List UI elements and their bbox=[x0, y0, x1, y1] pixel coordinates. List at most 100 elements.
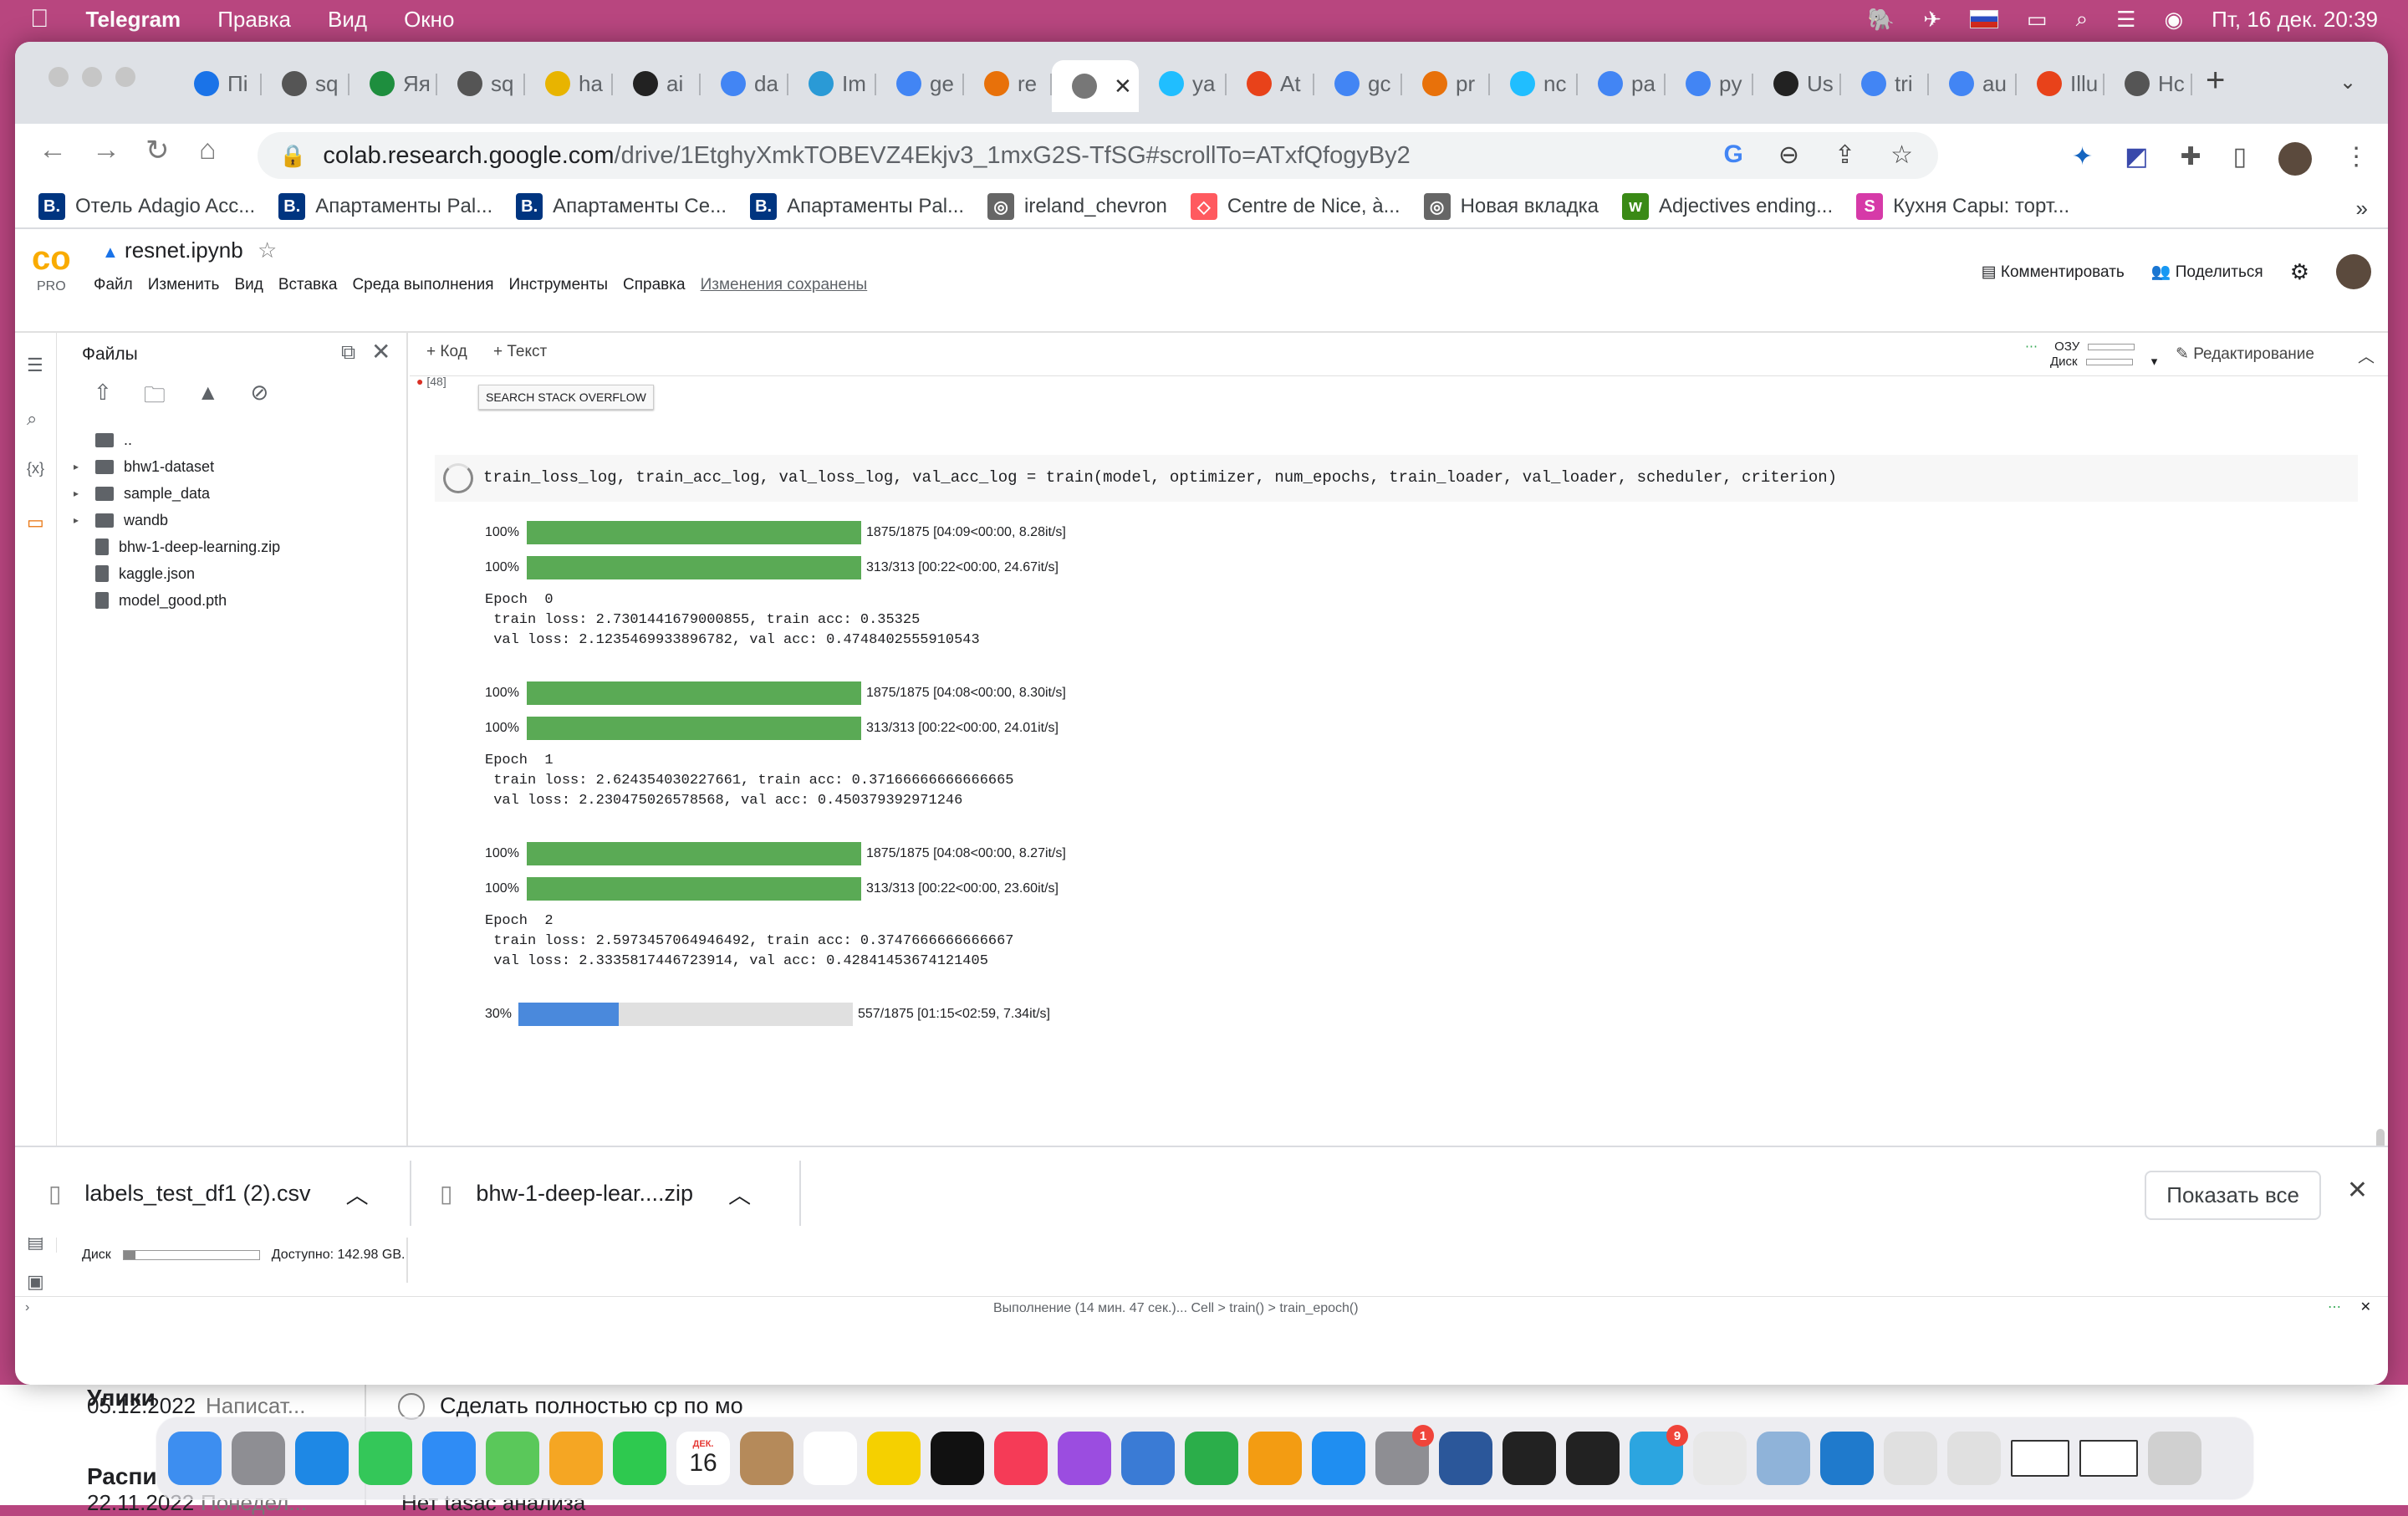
profile-avatar[interactable] bbox=[2278, 142, 2313, 176]
variables-icon[interactable]: {x} bbox=[27, 460, 44, 477]
user-avatar[interactable] bbox=[2336, 254, 2371, 289]
numbers-icon[interactable] bbox=[1185, 1432, 1238, 1485]
reload-button[interactable]: ↻ bbox=[145, 134, 170, 167]
file-item[interactable]: bhw-1-deep-learning.zip bbox=[74, 533, 280, 560]
file-item[interactable]: model_good.pth bbox=[74, 587, 280, 614]
zoom-window-button[interactable] bbox=[115, 67, 135, 87]
star-icon[interactable]: ☆ bbox=[258, 237, 277, 263]
download-item[interactable]: ▯ labels_test_df1 (2).csv ︿ bbox=[48, 1147, 369, 1239]
menu-item[interactable]: Файл bbox=[94, 276, 133, 294]
browser-tab[interactable]: nc bbox=[1490, 60, 1578, 107]
colab-logo[interactable]: co bbox=[32, 241, 85, 276]
terminal-icon[interactable] bbox=[1502, 1432, 1556, 1485]
spotlight-search-icon[interactable]: ⌕ bbox=[2076, 6, 2089, 33]
keynote-icon[interactable] bbox=[1121, 1432, 1175, 1485]
files-folder-icon[interactable]: ▭ bbox=[27, 512, 44, 533]
calendar-icon[interactable]: ДЕК. 16 bbox=[676, 1432, 730, 1485]
bookmark-item[interactable]: B. Апартаменты Pal... bbox=[750, 193, 964, 220]
code-cell[interactable]: train_loss_log, train_acc_log, val_loss_… bbox=[435, 455, 2358, 502]
bookmark-item[interactable]: B. Апартаменты Се... bbox=[516, 193, 727, 220]
settings-gear-icon[interactable]: ⚙ bbox=[2290, 259, 2309, 285]
close-tab-icon[interactable]: ✕ bbox=[1114, 74, 1132, 100]
open-in-tab-icon[interactable]: ⧉ bbox=[341, 341, 355, 365]
extension-vpn-icon[interactable]: ◩ bbox=[2125, 142, 2148, 176]
browser-tab[interactable]: ya bbox=[1139, 60, 1227, 107]
clock[interactable]: Пт, 16 дек. 20:39 bbox=[2212, 7, 2378, 33]
trash-icon[interactable] bbox=[2148, 1432, 2201, 1485]
folder-item[interactable]: ▸ wandb bbox=[74, 507, 280, 533]
zoom-icon[interactable]: ⊖ bbox=[1778, 140, 1799, 170]
window-thumb-icon[interactable] bbox=[2079, 1440, 2138, 1477]
menu-item[interactable]: Вид bbox=[234, 276, 263, 294]
siri-icon[interactable]: ◉ bbox=[2164, 7, 2183, 33]
chevron-up-icon[interactable]: ︿ bbox=[728, 1177, 751, 1210]
browser-tab[interactable]: sq bbox=[262, 60, 349, 107]
add-code-button[interactable]: + Код bbox=[426, 343, 467, 361]
messages-icon[interactable] bbox=[359, 1432, 412, 1485]
browser-tab[interactable]: At bbox=[1227, 60, 1314, 107]
close-window-button[interactable] bbox=[48, 67, 69, 87]
browser-tab[interactable]: ai bbox=[613, 60, 701, 107]
add-text-button[interactable]: + Текст bbox=[493, 343, 547, 361]
bookmark-item[interactable]: B. Отель Adagio Acc... bbox=[38, 193, 255, 220]
chrome-menu-icon[interactable]: ⋮ bbox=[2344, 142, 2369, 176]
browser-tab[interactable]: Hc bbox=[2104, 60, 2192, 107]
help-icon[interactable] bbox=[1947, 1432, 2001, 1485]
expand-arrow-icon[interactable]: ▸ bbox=[74, 487, 85, 499]
browser-tab[interactable]: sq bbox=[437, 60, 525, 107]
menu-view[interactable]: Вид bbox=[328, 7, 367, 33]
share-icon[interactable]: ⇪ bbox=[1834, 140, 1855, 170]
back-button[interactable]: ← bbox=[38, 134, 67, 166]
apple-menu-icon[interactable]:  bbox=[30, 5, 49, 33]
tab-search-chevron-icon[interactable]: ⌄ bbox=[2339, 70, 2356, 94]
menu-item[interactable]: Вставка bbox=[278, 276, 338, 294]
browser-tab[interactable]: pa bbox=[1578, 60, 1666, 107]
google-lens-icon[interactable]: G bbox=[1723, 140, 1742, 170]
notebook-title[interactable]: ▲ resnet.ipynb bbox=[102, 237, 243, 263]
browser-tab[interactable]: re bbox=[964, 60, 1052, 107]
podcasts-icon[interactable] bbox=[1058, 1432, 1111, 1485]
puzzle-extensions-icon[interactable]: ✚ bbox=[2181, 142, 2201, 176]
folder-item[interactable]: .. bbox=[74, 426, 280, 453]
close-panel-icon[interactable]: ✕ bbox=[371, 338, 390, 365]
comment-button[interactable]: ▤ Комментировать bbox=[1982, 263, 2125, 282]
resources-dropdown-icon[interactable]: ▾ bbox=[2151, 355, 2158, 369]
status-expand-icon[interactable]: › bbox=[25, 1300, 29, 1315]
file-item[interactable]: kaggle.json bbox=[74, 560, 280, 587]
chevron-up-icon[interactable]: ︿ bbox=[346, 1177, 369, 1210]
document-icon[interactable] bbox=[1884, 1432, 1937, 1485]
facetime-icon[interactable] bbox=[613, 1432, 666, 1485]
contacts-icon[interactable] bbox=[740, 1432, 793, 1485]
search-icon[interactable]: ⌕ bbox=[27, 408, 37, 430]
launchpad-icon[interactable] bbox=[232, 1432, 285, 1485]
control-center-icon[interactable]: ☰ bbox=[2116, 7, 2135, 33]
menu-edit[interactable]: Правка bbox=[217, 7, 291, 33]
hide-files-icon[interactable]: ⊘ bbox=[251, 380, 269, 416]
download-item[interactable]: ▯ bhw-1-deep-lear....zip ︿ bbox=[440, 1147, 751, 1239]
minimize-window-button[interactable] bbox=[82, 67, 102, 87]
bookmarks-more-icon[interactable]: » bbox=[2356, 196, 2368, 222]
editing-mode-button[interactable]: ✎ Редактирование bbox=[2176, 345, 2314, 364]
collapse-header-chevron-icon[interactable]: ︿ bbox=[2358, 343, 2375, 367]
activity-monitor-icon[interactable] bbox=[1566, 1432, 1620, 1485]
search-stack-overflow-button[interactable]: SEARCH STACK OVERFLOW bbox=[478, 385, 654, 410]
upload-file-icon[interactable]: ⇧ bbox=[94, 380, 112, 416]
browser-tab[interactable]: gc bbox=[1314, 60, 1402, 107]
maps-icon[interactable] bbox=[486, 1432, 539, 1485]
mail-icon[interactable] bbox=[422, 1432, 476, 1485]
terminal-icon[interactable]: ▣ bbox=[27, 1271, 44, 1293]
system-settings-icon[interactable]: 1 bbox=[1375, 1425, 1434, 1485]
telegram-icon[interactable]: 9 bbox=[1630, 1425, 1688, 1485]
bookmark-item[interactable]: w Adjectives ending... bbox=[1622, 193, 1833, 220]
expand-arrow-icon[interactable]: ▸ bbox=[74, 461, 85, 472]
app-store-icon[interactable] bbox=[1312, 1432, 1365, 1485]
bookmark-item[interactable]: S Кухня Сары: торт... bbox=[1856, 193, 2069, 220]
extension-blue-icon[interactable]: ✦ bbox=[2072, 142, 2093, 176]
home-button[interactable]: ⌂ bbox=[199, 134, 217, 166]
menu-item[interactable]: Среда выполнения bbox=[352, 276, 493, 294]
new-tab-button[interactable]: + bbox=[2206, 62, 2225, 100]
vscode-icon[interactable] bbox=[1820, 1432, 1874, 1485]
saved-status-link[interactable]: Изменения сохранены bbox=[701, 276, 868, 294]
execution-status[interactable]: Выполнение (14 мин. 47 сек.)... Cell > t… bbox=[993, 1301, 1359, 1316]
running-spinner-icon[interactable] bbox=[443, 463, 473, 493]
